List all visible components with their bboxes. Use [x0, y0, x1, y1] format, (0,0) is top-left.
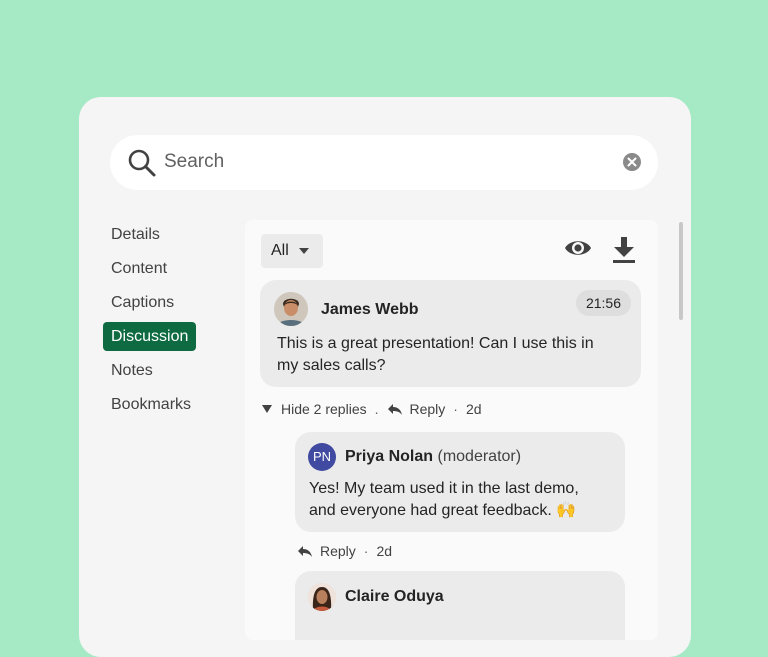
search-bar[interactable]: Search — [110, 135, 658, 190]
reply-card: PN Priya Nolan (moderator) Yes! My team … — [295, 432, 625, 532]
scrollbar[interactable] — [679, 222, 683, 320]
sidebar-item-content[interactable]: Content — [103, 254, 175, 283]
comment-text: This is a great presentation! Can I use … — [277, 335, 594, 374]
person-avatar-icon — [308, 583, 336, 611]
sidebar-item-captions[interactable]: Captions — [103, 288, 182, 317]
comment-age: 2d — [465, 401, 482, 417]
reply-author[interactable]: Claire Oduya — [345, 588, 444, 606]
search-icon — [128, 149, 156, 177]
sidebar-item-notes[interactable]: Notes — [103, 356, 161, 385]
comment-author[interactable]: James Webb — [321, 301, 419, 319]
clear-icon[interactable] — [622, 152, 642, 172]
avatar[interactable] — [308, 583, 336, 611]
reply-link[interactable]: Reply — [320, 543, 356, 559]
reply-text: Yes! My team used it in the last demo, a… — [309, 480, 579, 519]
reply-actions: Reply · 2d — [297, 543, 392, 559]
sidebar-item-discussion[interactable]: Discussion — [103, 322, 197, 351]
hide-replies-link[interactable]: Hide 2 replies — [281, 401, 367, 417]
eye-icon[interactable] — [563, 236, 593, 260]
reply-icon[interactable] — [297, 545, 313, 558]
sidebar-item-bookmarks[interactable]: Bookmarks — [103, 390, 199, 419]
role-label: (moderator) — [437, 448, 522, 465]
download-icon[interactable] — [611, 235, 637, 265]
discussion-content: All James Webb 21:56 This is a great pre… — [245, 220, 658, 640]
sidebar-nav: Details Content Captions Discussion Note… — [103, 220, 243, 424]
timestamp-badge[interactable]: 21:56 — [575, 290, 631, 316]
filter-dropdown[interactable]: All — [261, 234, 323, 268]
separator-dot: · — [363, 543, 369, 559]
reply-author-name: Priya Nolan — [345, 448, 434, 465]
reply-age: 2d — [376, 543, 393, 559]
thread-actions: Hide 2 replies . Reply · 2d — [262, 401, 482, 417]
person-avatar-icon — [274, 292, 308, 326]
caret-down-icon — [299, 248, 309, 254]
search-input[interactable]: Search — [164, 151, 224, 173]
avatar[interactable]: PN — [308, 443, 336, 471]
comment-card: James Webb 21:56 This is a great present… — [260, 280, 641, 387]
caret-down-icon[interactable] — [262, 405, 272, 413]
reply-card: Claire Oduya — [295, 571, 625, 640]
separator-dot: . — [374, 401, 379, 417]
sidebar-item-details[interactable]: Details — [103, 220, 168, 249]
reply-link[interactable]: Reply — [410, 401, 446, 417]
filter-value: All — [271, 242, 289, 259]
reply-author[interactable]: Priya Nolan (moderator) — [345, 448, 521, 466]
avatar[interactable] — [274, 292, 308, 326]
separator-dot: · — [453, 401, 458, 417]
reply-icon[interactable] — [387, 403, 403, 416]
